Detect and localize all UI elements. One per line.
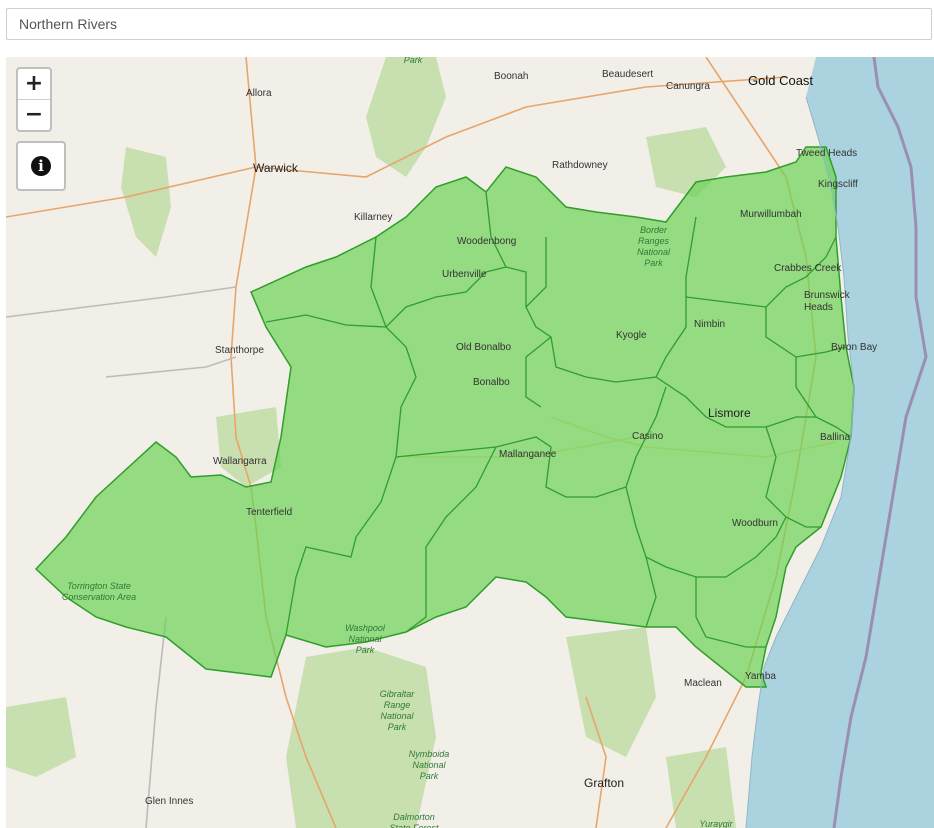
label-killarney: Killarney	[354, 212, 393, 223]
label-woodenbong: Woodenbong	[457, 236, 517, 247]
label-nimbin: Nimbin	[694, 319, 726, 330]
label-border-ranges-np: Border Ranges National Park	[636, 225, 671, 268]
label-brunswick-heads: Brunswick Heads	[804, 290, 850, 313]
label-warwick: Warwick	[253, 161, 298, 175]
label-woodburn: Woodburn	[732, 518, 778, 529]
map-canvas[interactable]	[6, 57, 934, 828]
label-gold-coast: Gold Coast	[748, 73, 814, 88]
label-gibraltar-range-np: Gibraltar Range National Park	[379, 689, 415, 732]
label-torrington-sca: Torrington State Conservation Area	[61, 581, 137, 602]
label-yuraygir: Yuraygir	[699, 819, 733, 828]
label-tenterfield: Tenterfield	[246, 507, 293, 518]
label-yamba: Yamba	[745, 671, 776, 682]
label-byron-bay: Byron Bay	[831, 342, 878, 353]
label-ballina: Ballina	[820, 432, 851, 443]
label-glen-innes: Glen Innes	[145, 796, 194, 807]
label-murwillumbah: Murwillumbah	[740, 209, 802, 220]
label-tweed-heads: Tweed Heads	[796, 148, 858, 159]
label-stanthorpe: Stanthorpe	[215, 345, 264, 356]
label-kyogle: Kyogle	[616, 330, 647, 341]
zoom-out-button[interactable]: −	[18, 99, 50, 130]
map-view[interactable]: Gold Coast Boonah Beaudesert Canungra Al…	[6, 57, 934, 828]
label-rathdowney: Rathdowney	[552, 160, 608, 171]
label-wallangarra: Wallangarra	[213, 456, 267, 467]
label-grafton: Grafton	[584, 776, 625, 790]
label-old-bonalbo: Old Bonalbo	[456, 342, 512, 353]
label-urbenville: Urbenville	[442, 269, 487, 280]
zoom-control: + −	[16, 67, 52, 132]
label-crabbes-creek: Crabbes Creek	[774, 263, 842, 274]
label-casino: Casino	[632, 431, 664, 442]
label-boonah: Boonah	[494, 71, 529, 82]
info-icon: i	[31, 156, 51, 176]
label-allora: Allora	[246, 88, 272, 99]
label-dalmorton-sf: Dalmorton State Forest	[389, 812, 439, 828]
label-maclean: Maclean	[684, 678, 722, 689]
label-beaudesert: Beaudesert	[602, 69, 654, 80]
region-search-input[interactable]: Northern Rivers	[6, 8, 932, 40]
label-kingscliff: Kingscliff	[818, 179, 858, 190]
label-bonalbo: Bonalbo	[473, 377, 510, 388]
label-nymboida-np: Nymboida National Park	[408, 749, 450, 781]
info-button[interactable]: i	[16, 141, 66, 191]
label-mallanganee: Mallanganee	[499, 449, 557, 460]
label-washpool-np: Washpool National Park	[345, 623, 385, 655]
label-park-top: Park	[403, 57, 423, 65]
label-lismore: Lismore	[708, 406, 751, 420]
label-canungra: Canungra	[666, 81, 710, 92]
zoom-in-button[interactable]: +	[18, 69, 50, 99]
